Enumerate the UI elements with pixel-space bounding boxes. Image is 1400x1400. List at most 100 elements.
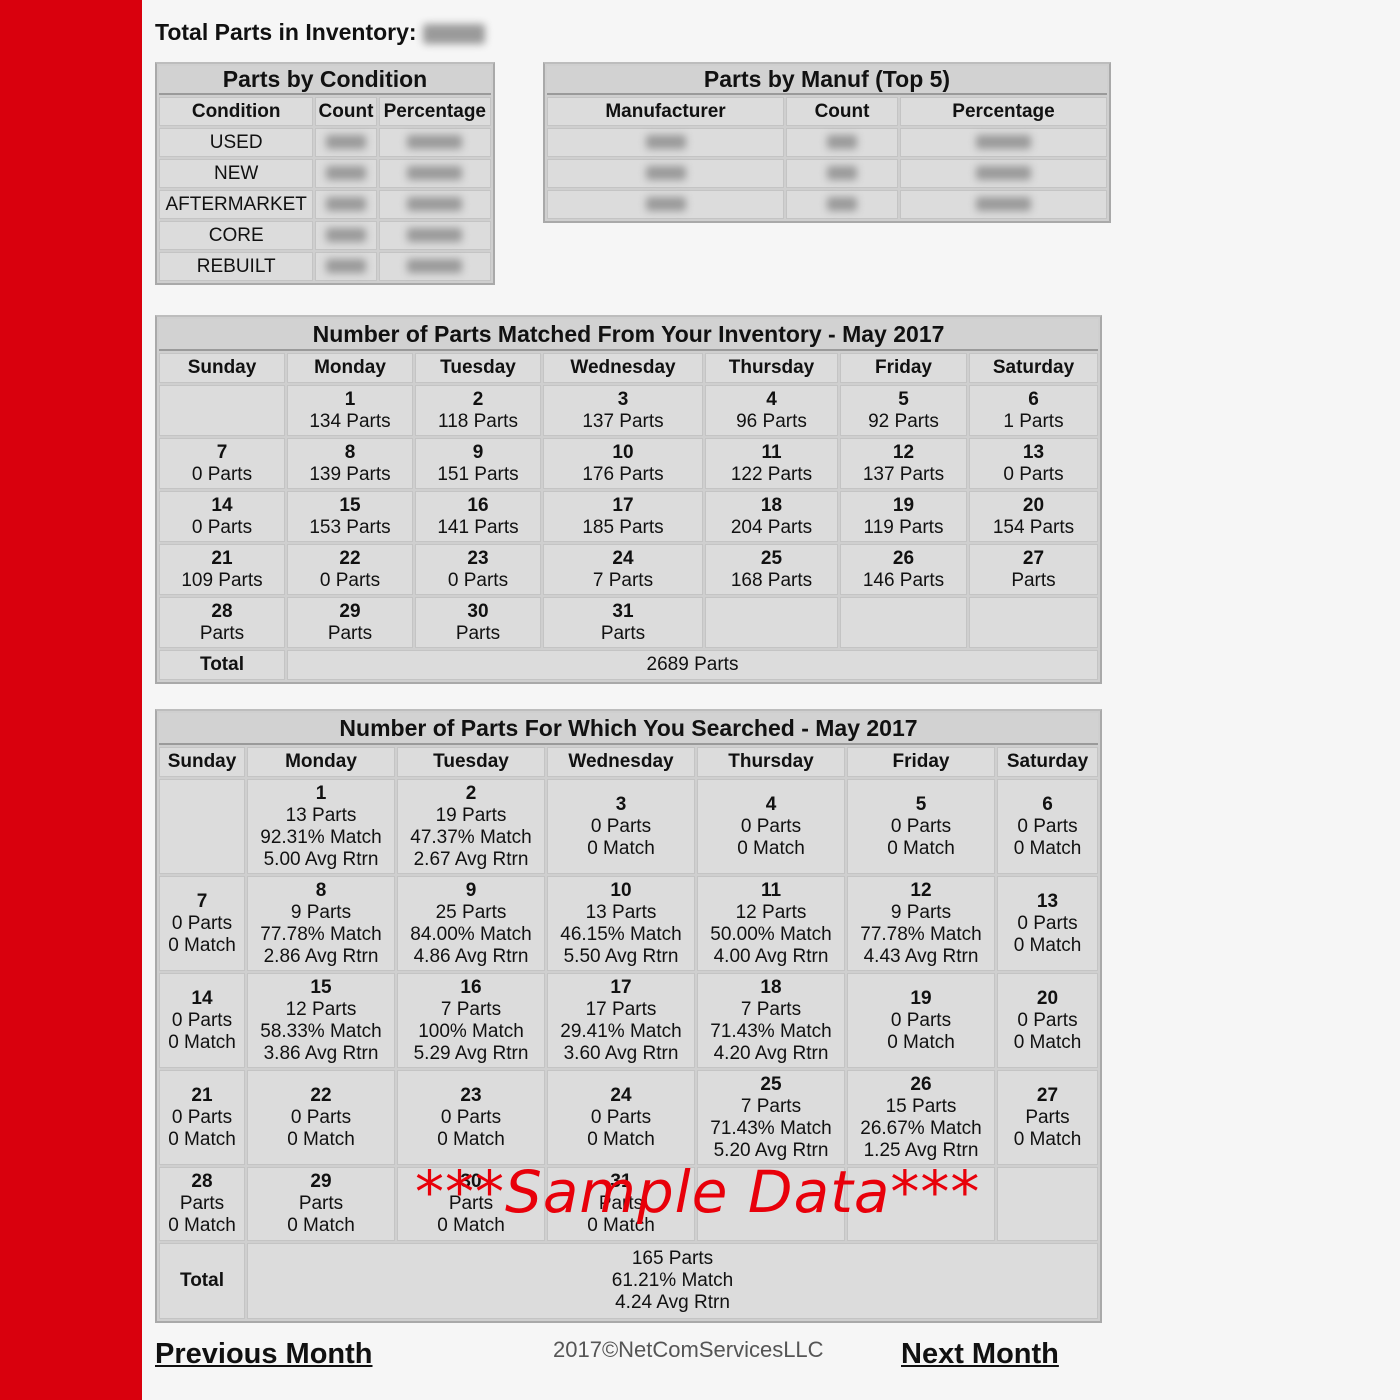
calendar-day-cell[interactable]: 17 185 Parts (543, 491, 703, 542)
redacted-cell (547, 190, 784, 219)
manuf-table-title: Parts by Manuf (Top 5) (547, 66, 1107, 95)
day-number: 18 (760, 494, 783, 516)
calendar-day-cell[interactable]: 60 Parts 0 Match (997, 779, 1098, 874)
next-month-link[interactable]: Next Month (901, 1338, 1059, 1371)
calendar-day-cell[interactable]: 70 Parts 0 Match (159, 876, 245, 971)
calendar-day-cell[interactable]: 10 176 Parts (543, 438, 703, 489)
calendar-day-cell[interactable]: 19 119 Parts (840, 491, 967, 542)
calendar-day-cell[interactable]: 61 Parts (969, 385, 1098, 436)
redacted-cell (315, 159, 377, 188)
calendar-week-row: 70 Parts 0 Match 8 9 Parts 77.78% Match 2.86 … (159, 876, 1098, 971)
calendar-day-cell[interactable]: 22 0 Parts (287, 544, 413, 595)
calendar-day-cell[interactable]: 21 0 Parts 0 Match (159, 1070, 245, 1165)
calendar-day-cell[interactable]: 70 Parts (159, 438, 285, 489)
calendar-day-cell[interactable]: 19 0 Parts 0 Match (847, 973, 995, 1068)
day-number: 13 (1022, 441, 1045, 463)
calendar-day-cell[interactable]: 24 0 Parts 0 Match (547, 1070, 695, 1165)
calendar-day-cell[interactable]: 89 Parts 77.78% Match 2.86 Avg Rtrn (247, 876, 395, 971)
day-number: 29 (310, 1171, 332, 1192)
day-stat: 5.20 Avg Rtrn (713, 1139, 829, 1161)
day-number: 31 (610, 1171, 632, 1192)
redacted-cell (900, 128, 1107, 157)
total-parts-label: Total Parts in Inventory: (155, 19, 417, 45)
calendar-day-cell[interactable]: 28 Parts (159, 597, 285, 648)
weekday-thursday: Thursday (697, 747, 845, 777)
day-number: 30 (460, 1171, 482, 1192)
day-number: 21 (191, 1084, 213, 1106)
calendar-day-cell[interactable]: 30 Parts 0 Match (547, 779, 695, 874)
calendar-day-cell[interactable]: 9 25 Parts 84.00% Match 4.86 Avg Rtrn (397, 876, 545, 971)
calendar-day-cell[interactable]: 14 0 Parts 0 Match (159, 973, 245, 1068)
calendar-day-cell[interactable]: 15 153 Parts (287, 491, 413, 542)
day-stat: 7 Parts (592, 569, 654, 591)
day-number: 1 (344, 388, 356, 410)
day-stat: 0 Match (587, 1215, 655, 1236)
calendar-day-cell[interactable]: 20 0 Parts 0 Match (997, 973, 1098, 1068)
condition-row: AFTERMARKET (159, 190, 491, 219)
weekday-header-row: Sunday Monday Tuesday Wednesday Thursday Frid… (159, 747, 1098, 777)
searched-calendar-title: Number of Parts For Which You Searched -… (159, 713, 1098, 745)
calendar-day-cell[interactable]: 13 0 Parts 0 Match (997, 876, 1098, 971)
calendar-day-cell[interactable]: 16 141 Parts (415, 491, 541, 542)
calendar-day-cell[interactable]: 25 168 Parts (705, 544, 838, 595)
calendar-day-cell[interactable]: 1 134 Parts (287, 385, 413, 436)
calendar-day-cell[interactable]: 31 Parts (543, 597, 703, 648)
calendar-day-cell[interactable]: 31 Parts 0 Match (547, 1167, 695, 1241)
calendar-day-cell[interactable]: 30 Parts 0 Match (397, 1167, 545, 1241)
redacted-value (325, 197, 366, 212)
redacted-cell (315, 252, 377, 281)
calendar-day-cell[interactable]: 26 146 Parts (840, 544, 967, 595)
calendar-day-cell[interactable]: 12 137 Parts (840, 438, 967, 489)
calendar-day-cell[interactable]: 3 137 Parts (543, 385, 703, 436)
calendar-day-cell[interactable]: 14 0 Parts (159, 491, 285, 542)
calendar-day-cell[interactable]: 9 151 Parts (415, 438, 541, 489)
calendar-day-cell[interactable]: 21 109 Parts (159, 544, 285, 595)
day-number: 3 (617, 388, 629, 410)
calendar-day-cell[interactable]: 11 12 Parts 50.00% Match 4.00 Avg Rtrn (697, 876, 845, 971)
calendar-day-cell[interactable]: 17 17 Parts 29.41% Match 3.60 Avg Rtrn (547, 973, 695, 1068)
calendar-day-cell[interactable]: 12 9 Parts 77.78% Match 4.43 Avg Rtrn (847, 876, 995, 971)
calendar-day-cell[interactable]: 18 7 Parts 71.43% Match 4.20 Avg Rtrn (697, 973, 845, 1068)
calendar-day-cell[interactable]: 10 13 Parts 46.15% Match 5.50 Avg Rtrn (547, 876, 695, 971)
calendar-day-cell[interactable]: 15 12 Parts 58.33% Match 3.86 Avg Rtrn (247, 973, 395, 1068)
calendar-day-cell[interactable]: 1 13 Parts 92.31% Match 5.00 Avg Rtrn (247, 779, 395, 874)
day-stat: 0 Match (168, 1031, 236, 1053)
calendar-week-row: 70 Parts 8 139 Parts 9 151 Parts 10 176 Parts 1… (159, 438, 1098, 489)
calendar-day-cell[interactable]: 40 Parts 0 Match (697, 779, 845, 874)
calendar-day-cell[interactable]: 4 96 Parts (705, 385, 838, 436)
day-number: 16 (460, 976, 482, 998)
total-label: Total (159, 1243, 245, 1319)
calendar-day-cell[interactable]: 24 7 Parts (543, 544, 703, 595)
day-stat: 50.00% Match (710, 923, 832, 945)
calendar-day-cell[interactable]: 11 122 Parts (705, 438, 838, 489)
calendar-day-cell[interactable]: 29 Parts (287, 597, 413, 648)
calendar-day-cell[interactable]: 2 118 Parts (415, 385, 541, 436)
day-number: 15 (310, 976, 332, 998)
calendar-day-cell[interactable]: 27 Parts 0 Match (997, 1070, 1098, 1165)
calendar-day-cell[interactable]: 22 0 Parts 0 Match (247, 1070, 395, 1165)
day-number: 13 (1036, 890, 1059, 912)
col-percentage: Percentage (900, 97, 1107, 126)
redacted-value (407, 135, 463, 150)
calendar-day-cell[interactable]: 23 0 Parts (415, 544, 541, 595)
calendar-day-cell[interactable]: 28 Parts 0 Match (159, 1167, 245, 1241)
calendar-day-cell[interactable]: 16 7 Parts 100% Match 5.29 Avg Rtrn (397, 973, 545, 1068)
calendar-day-cell[interactable]: 2 19 Parts 47.37% Match 2.67 Avg Rtrn (397, 779, 545, 874)
calendar-day-cell[interactable]: 26 15 Parts 26.67% Match 1.25 Avg Rtrn (847, 1070, 995, 1165)
calendar-day-cell[interactable]: 8 139 Parts (287, 438, 413, 489)
calendar-day-cell[interactable]: 5 92 Parts (840, 385, 967, 436)
calendar-day-cell[interactable]: 50 Parts 0 Match (847, 779, 995, 874)
previous-month-link[interactable]: Previous Month (155, 1338, 373, 1371)
calendar-day-cell[interactable]: 29 Parts 0 Match (247, 1167, 395, 1241)
calendar-day-cell[interactable]: 30 Parts (415, 597, 541, 648)
day-stat: 2.67 Avg Rtrn (413, 848, 529, 870)
calendar-day-cell[interactable]: 18 204 Parts (705, 491, 838, 542)
calendar-day-cell[interactable]: 20 154 Parts (969, 491, 1098, 542)
calendar-day-cell[interactable]: 23 0 Parts 0 Match (397, 1070, 545, 1165)
calendar-day-cell[interactable]: 25 7 Parts 71.43% Match 5.20 Avg Rtrn (697, 1070, 845, 1165)
day-number: 7 (216, 441, 228, 463)
calendar-day-cell[interactable]: 27 Parts (969, 544, 1098, 595)
calendar-day-cell[interactable]: 13 0 Parts (969, 438, 1098, 489)
day-number: 21 (211, 547, 233, 569)
day-stat: 96 Parts (736, 410, 807, 432)
